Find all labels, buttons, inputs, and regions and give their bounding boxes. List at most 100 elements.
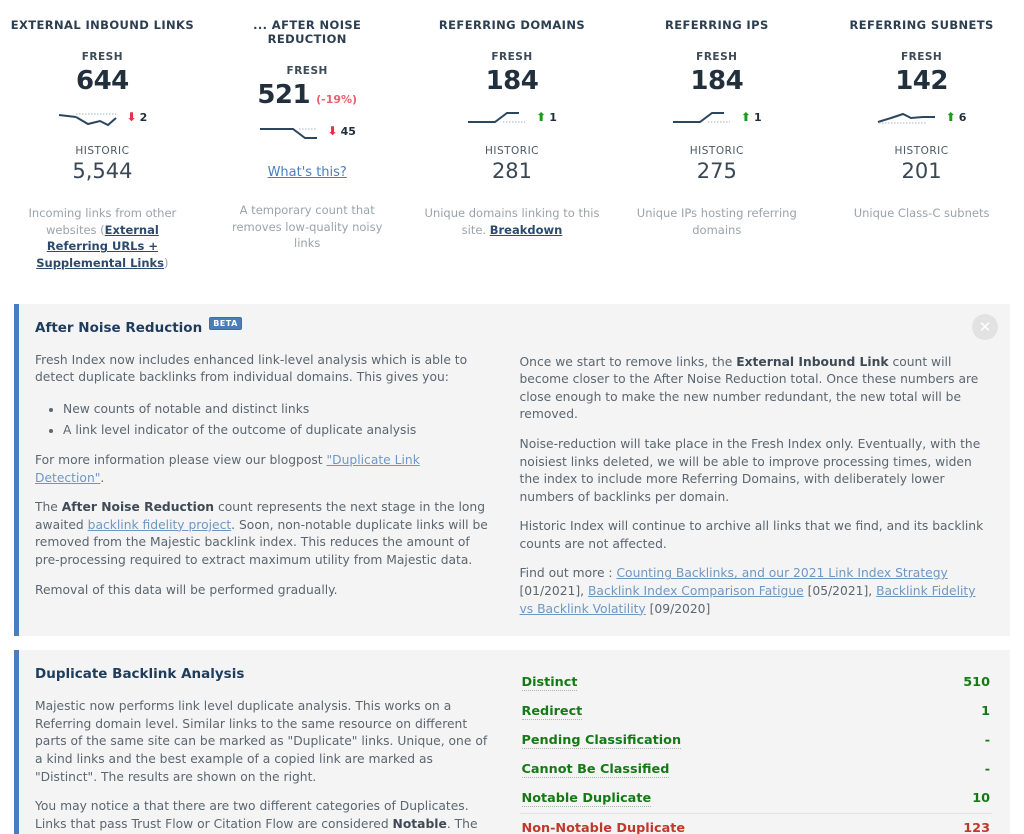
metric-sparkline-row: ⬇ 45 xyxy=(213,116,402,146)
noise-right-paragraph-3: Historic Index will continue to archive … xyxy=(519,519,984,551)
metric-fresh-row: 521 (-19%) xyxy=(213,80,402,110)
after-noise-reduction-bold: After Noise Reduction xyxy=(61,500,215,515)
metric-referring-subnets: REFERRING SUBNETS FRESH 142 ⬆ 6 HISTORIC… xyxy=(819,18,1024,272)
metric-after-noise-reduction: ... AFTER NOISE REDUCTION FRESH 521 (-19… xyxy=(205,18,410,272)
metric-delta-value: 1 xyxy=(753,110,762,124)
text-fragment: . xyxy=(100,470,105,485)
table-row[interactable]: Notable Duplicate 10 xyxy=(520,784,993,813)
metric-fresh-label: FRESH xyxy=(286,65,328,77)
after-noise-reduction-panel: ✕ After Noise Reduction BETA Fresh Index… xyxy=(14,303,1010,637)
noise-paragraph-2: For more information please view our blo… xyxy=(35,452,490,487)
metric-delta: ⬆ 6 xyxy=(946,111,967,124)
metric-delta: ⬇ 45 xyxy=(328,125,356,138)
metric-fresh-label: FRESH xyxy=(696,51,738,63)
metric-historic-value: 201 xyxy=(901,159,942,183)
stat-value: 10 xyxy=(972,791,990,807)
metric-fresh-label: FRESH xyxy=(81,51,124,63)
metric-delta: ⬆ 1 xyxy=(536,111,557,124)
text-fragment: For more information please view our blo… xyxy=(35,453,327,468)
metric-description: Unique Class-C subnets xyxy=(827,205,1016,222)
backlink-index-comparison-fatigue-link[interactable]: Backlink Index Comparison Fatigue xyxy=(588,584,804,598)
noise-paragraph-3: The After Noise Reduction count represen… xyxy=(35,499,490,569)
metric-historic-value: 281 xyxy=(491,159,533,183)
dup-panel-stats-column: Distinct 510 Redirect 1 Pending Classifi… xyxy=(514,666,993,834)
stat-label[interactable]: Pending Classification xyxy=(521,733,682,749)
counting-backlinks-link[interactable]: Counting Backlinks, and our 2021 Link In… xyxy=(616,566,947,580)
text-fragment: [01/2021], xyxy=(519,584,588,599)
text-fragment: [05/2021], xyxy=(803,584,877,599)
metric-fresh-value: 644 xyxy=(76,66,129,96)
metric-description: Unique IPs hosting referring domains xyxy=(622,205,811,238)
metric-delta-value: 6 xyxy=(958,110,967,124)
duplicate-stats-table: Distinct 510 Redirect 1 Pending Classifi… xyxy=(519,668,993,834)
arrow-up-icon: ⬆ xyxy=(740,110,751,124)
metric-historic-value: 5,544 xyxy=(72,159,133,183)
metric-historic-label: HISTORIC xyxy=(689,145,744,157)
beta-badge: BETA xyxy=(209,317,242,331)
metric-fresh-label: FRESH xyxy=(491,51,533,63)
metric-title: REFERRING SUBNETS xyxy=(849,18,994,32)
arrow-up-icon: ⬆ xyxy=(945,110,956,124)
metric-sparkline-row: ⬇ 2 xyxy=(8,102,197,132)
noise-right-paragraph-2: Noise-reduction will take place in the F… xyxy=(519,437,981,504)
table-row[interactable]: Non-Notable Duplicate 123 xyxy=(519,813,992,834)
noise-paragraph-1: Fresh Index now includes enhanced link-l… xyxy=(35,352,468,385)
stat-label[interactable]: Non-Notable Duplicate xyxy=(522,821,686,834)
metric-historic-label: HISTORIC xyxy=(894,145,949,157)
table-row[interactable]: Pending Classification - xyxy=(520,726,993,755)
metric-title: EXTERNAL INBOUND LINKS xyxy=(10,18,195,32)
stat-label[interactable]: Notable Duplicate xyxy=(521,791,652,807)
arrow-up-icon: ⬆ xyxy=(536,110,547,124)
dup-paragraph-2: You may notice a that there are two diff… xyxy=(35,798,490,834)
metric-historic-value: 275 xyxy=(696,159,737,183)
noise-right-paragraph-4: Find out more : Counting Backlinks, and … xyxy=(520,565,993,618)
metric-fresh-value: 142 xyxy=(895,66,948,96)
table-row[interactable]: Distinct 510 xyxy=(520,668,993,697)
sparkline-chart xyxy=(877,112,935,124)
table-row[interactable]: Cannot Be Classified - xyxy=(520,755,993,784)
metric-desc-pre: A temporary count that removes low-quali… xyxy=(231,203,383,251)
whats-this-link[interactable]: What's this? xyxy=(268,165,347,180)
dup-panel-left-column: Duplicate Backlink Analysis Majestic now… xyxy=(35,666,514,834)
metric-fresh-value: 184 xyxy=(690,66,744,96)
metric-external-inbound-links: EXTERNAL INBOUND LINKS FRESH 644 ⬇ 2 HIS… xyxy=(0,18,205,272)
metric-fresh-value: 521 xyxy=(257,80,311,110)
metric-fresh-label: FRESH xyxy=(900,51,943,63)
stat-value: - xyxy=(984,762,990,778)
metric-desc-pre: Unique IPs hosting referring domains xyxy=(636,206,797,237)
panel-title-text: After Noise Reduction xyxy=(35,319,203,336)
text-fragment: Find out more : xyxy=(519,566,617,581)
metric-historic-label: HISTORIC xyxy=(484,145,540,157)
breakdown-link[interactable]: Breakdown xyxy=(490,223,563,237)
arrow-down-icon: ⬇ xyxy=(327,124,338,138)
metrics-strip: EXTERNAL INBOUND LINKS FRESH 644 ⬇ 2 HIS… xyxy=(0,0,1024,286)
text-fragment: The xyxy=(35,500,62,515)
dup-paragraph-1: Majestic now performs link level duplica… xyxy=(35,699,488,784)
metric-fresh-row: 184 xyxy=(622,66,811,96)
metric-title: REFERRING DOMAINS xyxy=(438,18,586,32)
panel-title-text: Duplicate Backlink Analysis xyxy=(35,666,245,683)
stat-label[interactable]: Distinct xyxy=(521,675,578,691)
table-row[interactable]: Redirect 1 xyxy=(520,697,993,726)
metric-sparkline-row: ⬆ 6 xyxy=(827,102,1016,132)
noise-bullet-list: New counts of notable and distinct links… xyxy=(35,399,490,440)
stat-label[interactable]: Cannot Be Classified xyxy=(521,762,670,778)
arrow-down-icon: ⬇ xyxy=(126,110,137,124)
metric-desc-post: ) xyxy=(164,256,169,271)
list-item: A link level indicator of the outcome of… xyxy=(63,420,490,441)
stat-label[interactable]: Redirect xyxy=(521,704,583,720)
metric-title: REFERRING IPS xyxy=(664,18,769,32)
metric-sparkline-row: ⬆ 1 xyxy=(622,102,811,132)
metric-delta: ⬆ 1 xyxy=(741,111,762,124)
stat-value: 510 xyxy=(963,675,990,691)
metric-delta-value: 1 xyxy=(549,110,557,124)
backlink-fidelity-project-link[interactable]: backlink fidelity project xyxy=(88,518,232,532)
metric-referring-ips: REFERRING IPS FRESH 184 ⬆ 1 HISTORIC 275… xyxy=(614,18,819,272)
panel-title: After Noise Reduction BETA xyxy=(35,317,490,336)
metric-historic-label: HISTORIC xyxy=(75,145,130,157)
noise-panel-right-column: Once we start to remove links, the Exter… xyxy=(514,320,993,619)
metric-fresh-row: 644 xyxy=(8,66,197,96)
stat-value: 123 xyxy=(963,821,990,834)
close-icon[interactable]: ✕ xyxy=(972,313,998,340)
metric-delta-value: 45 xyxy=(340,124,356,138)
